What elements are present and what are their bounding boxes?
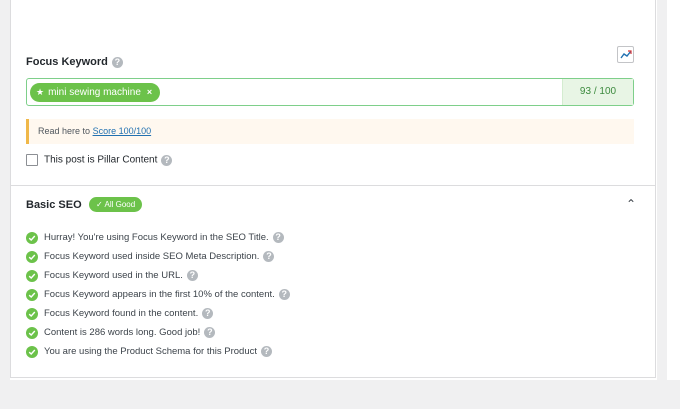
trends-button[interactable]: [617, 46, 634, 63]
score-link[interactable]: Score 100/100: [93, 126, 152, 136]
check-item-text: Content is 286 words long. Good job!: [44, 327, 201, 338]
check-circle-icon: [26, 269, 38, 282]
check-circle-icon: [26, 288, 38, 301]
frame-bottom: [0, 380, 680, 409]
frame-left: [0, 0, 10, 409]
focus-keyword-input[interactable]: ★ mini sewing machine × 93 / 100: [26, 78, 634, 106]
check-circle-icon: [26, 250, 38, 263]
focus-keyword-label-text: Focus Keyword: [26, 56, 108, 68]
chevron-up-icon[interactable]: ⌃: [626, 197, 636, 211]
section-divider: [10, 185, 656, 186]
check-item-text: Hurray! You're using Focus Keyword in th…: [44, 232, 269, 243]
seo-score: 93 / 100: [562, 79, 633, 105]
question-icon[interactable]: ?: [272, 232, 284, 243]
check-circle-icon: [26, 345, 38, 358]
question-icon[interactable]: ?: [161, 154, 173, 166]
check-circle-icon: [26, 231, 38, 244]
star-icon: ★: [36, 87, 45, 97]
check-item-text: Focus Keyword used inside SEO Meta Descr…: [44, 251, 260, 262]
check-item: Focus Keyword found in the content.?: [26, 304, 290, 323]
question-icon[interactable]: ?: [261, 346, 272, 357]
check-item: Focus Keyword used in the URL.?: [26, 266, 290, 285]
check-item-text: Focus Keyword appears in the first 10% o…: [44, 289, 275, 300]
pillar-label: This post is Pillar Content: [44, 154, 158, 166]
trend-chart-icon: [620, 50, 632, 59]
check-circle-icon: [26, 326, 38, 339]
question-icon[interactable]: ?: [278, 289, 290, 300]
check-item-text: You are using the Product Schema for thi…: [44, 346, 257, 357]
close-icon[interactable]: ×: [147, 87, 152, 97]
check-item: Focus Keyword used inside SEO Meta Descr…: [26, 247, 290, 266]
check-item: Hurray! You're using Focus Keyword in th…: [26, 228, 290, 247]
check-item-text: Focus Keyword found in the content.: [44, 308, 199, 319]
focus-keyword-label: Focus Keyword?: [26, 56, 123, 68]
question-icon[interactable]: ?: [263, 251, 275, 262]
question-icon[interactable]: ?: [111, 56, 123, 68]
check-item: Focus Keyword appears in the first 10% o…: [26, 285, 290, 304]
check-item: You are using the Product Schema for thi…: [26, 342, 290, 361]
basic-seo-checklist: Hurray! You're using Focus Keyword in th…: [26, 228, 290, 361]
score-notice: Read here to Score 100/100: [26, 119, 634, 144]
question-icon[interactable]: ?: [204, 327, 216, 338]
question-icon[interactable]: ?: [202, 308, 214, 319]
status-badge: ✓ All Good: [89, 197, 143, 212]
check-circle-icon: [26, 307, 38, 320]
notice-text: Read here to: [38, 126, 91, 136]
question-icon[interactable]: ?: [186, 270, 198, 281]
keyword-tag[interactable]: ★ mini sewing machine ×: [30, 83, 161, 102]
check-item: Content is 286 words long. Good job!?: [26, 323, 290, 342]
keyword-tag-label: mini sewing machine: [48, 87, 141, 98]
check-item-text: Focus Keyword used in the URL.: [44, 270, 183, 281]
pillar-content-option[interactable]: This post is Pillar Content?: [26, 154, 173, 166]
frame-right: [657, 0, 667, 409]
pillar-checkbox[interactable]: [26, 154, 38, 166]
basic-seo-title[interactable]: Basic SEO: [26, 199, 82, 211]
